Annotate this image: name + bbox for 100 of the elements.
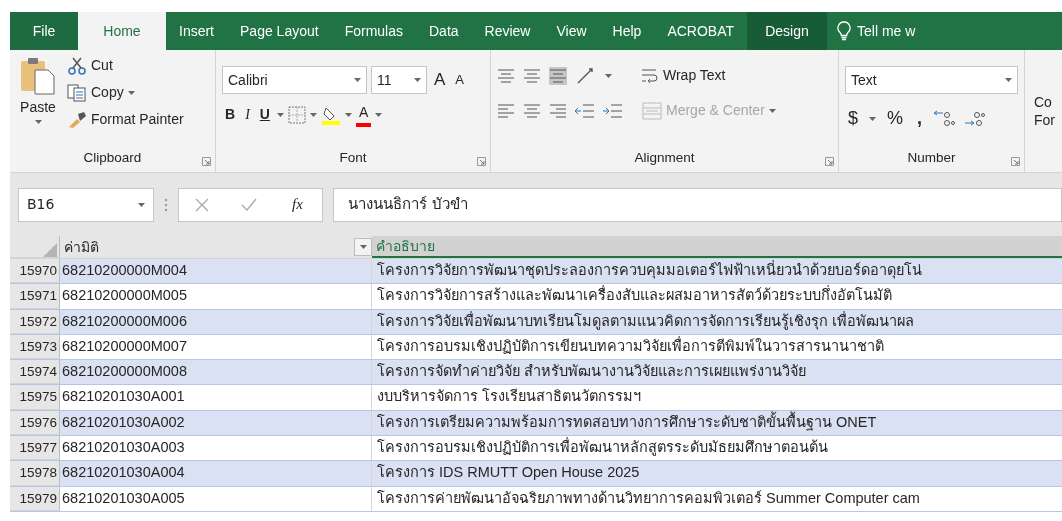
row-number[interactable]: 15977 bbox=[10, 436, 60, 461]
comma-style-button[interactable]: , bbox=[914, 104, 926, 133]
ribbon-tab[interactable]: Design bbox=[747, 12, 827, 50]
caret-icon bbox=[1005, 78, 1012, 82]
tell-me-search[interactable]: Tell me w bbox=[857, 20, 916, 42]
ribbon-tab[interactable]: Data bbox=[416, 12, 472, 50]
format-painter-button[interactable]: Format Painter bbox=[64, 108, 187, 131]
copy-icon bbox=[67, 83, 87, 102]
align-left-icon[interactable] bbox=[497, 101, 515, 120]
ribbon-tab[interactable]: Review bbox=[471, 12, 544, 50]
group-label: Number bbox=[907, 148, 956, 167]
align-right-icon[interactable] bbox=[549, 101, 567, 120]
table-cell: 68210200000M004 bbox=[60, 259, 372, 284]
font-name-field[interactable]: Calibri bbox=[222, 66, 367, 94]
row-number[interactable]: 15978 bbox=[10, 461, 60, 486]
table-cell-text: โครงการวิจัยเพื่อพัฒนาบทเรียนโมดูลตามแนวคิดการจัดการเรียนรู้เชิงรุก เพื่อพัฒนาผล bbox=[376, 310, 916, 332]
font-size-field[interactable]: 11 bbox=[371, 66, 427, 94]
dialog-launcher-icon[interactable] bbox=[1011, 157, 1020, 166]
ribbon-tab[interactable]: Insert bbox=[166, 12, 227, 50]
row-number[interactable]: 15975 bbox=[10, 385, 60, 410]
align-top-icon[interactable] bbox=[497, 66, 515, 85]
clipboard-icon bbox=[19, 55, 57, 95]
align-center-icon[interactable] bbox=[523, 101, 541, 120]
decrease-decimal-icon[interactable] bbox=[963, 109, 986, 128]
insert-function-button[interactable]: fx bbox=[289, 192, 306, 217]
group-label: Alignment bbox=[634, 148, 695, 167]
table-cell: 68210200000M007 bbox=[60, 334, 372, 360]
shrink-font-button[interactable]: A bbox=[452, 69, 467, 91]
table-cell: 68210201030A004 bbox=[60, 461, 372, 486]
confirm-icon[interactable] bbox=[241, 197, 258, 212]
table-cell-text: โครงการอบรมเชิงปฏิบัติการเพื่อพัฒนาหลักสูตรระดับมัธยมศึกษาตอนต้น bbox=[376, 436, 829, 458]
italic-button[interactable]: I bbox=[242, 103, 253, 126]
caret-icon bbox=[414, 78, 421, 82]
ribbon-tab[interactable]: Help bbox=[599, 12, 655, 50]
cut-button[interactable]: Cut bbox=[64, 54, 187, 77]
increase-indent-icon[interactable] bbox=[603, 101, 623, 120]
dialog-launcher-icon[interactable] bbox=[825, 157, 834, 166]
scissors-icon bbox=[67, 56, 87, 75]
ribbon-tab[interactable]: View bbox=[543, 12, 600, 50]
lightbulb-icon bbox=[837, 21, 851, 41]
row-number[interactable]: 15974 bbox=[10, 360, 60, 385]
bold-button[interactable]: B bbox=[222, 103, 239, 126]
percent-button[interactable]: % bbox=[884, 104, 907, 133]
caret-icon bbox=[869, 116, 876, 121]
copy-button[interactable]: Copy bbox=[64, 81, 187, 104]
align-bottom-icon[interactable] bbox=[549, 66, 567, 85]
dialog-launcher-icon[interactable] bbox=[202, 157, 211, 166]
ribbon-tab[interactable]: File bbox=[10, 12, 78, 50]
more-icon bbox=[164, 197, 168, 212]
filter-button[interactable] bbox=[354, 238, 372, 256]
row-number[interactable]: 15971 bbox=[10, 284, 60, 309]
paintbrush-icon bbox=[67, 110, 87, 129]
wrap-text-icon bbox=[641, 66, 659, 85]
table-cell: 68210201030A003 bbox=[60, 436, 372, 461]
cancel-icon[interactable] bbox=[195, 197, 209, 212]
caret-icon bbox=[309, 112, 317, 117]
table-cell: 68210200000M005 bbox=[60, 284, 372, 309]
caret-icon bbox=[344, 112, 352, 117]
table-cell-text: โครงการ IDS RMUTT Open House 2025 bbox=[376, 463, 641, 483]
wrap-text-button[interactable]: Wrap Text bbox=[638, 64, 729, 87]
table-cell-text: โครงการค่ายพัฒนาอัจฉริยภาพทางด้านวิทยาการคอมพิวเตอร์ Summer Computer cam bbox=[376, 488, 921, 508]
caret-icon bbox=[354, 78, 361, 82]
align-middle-icon[interactable] bbox=[523, 66, 541, 85]
decrease-indent-icon[interactable] bbox=[575, 101, 595, 120]
table-cell-text: โครงการเตรียมความพร้อมการทดสอบทางการศึกษาระดับชาติขั้นพื้นฐาน ONET bbox=[376, 410, 878, 433]
ribbon-tab[interactable]: Home bbox=[78, 12, 166, 50]
merge-cells-icon bbox=[642, 101, 662, 120]
caret-icon bbox=[605, 73, 612, 78]
table-cell: 68210201030A005 bbox=[60, 486, 372, 511]
row-number[interactable]: 15972 bbox=[10, 309, 60, 334]
caret-icon bbox=[34, 120, 42, 124]
table-cell-text: งบบริหารจัดการ โรงเรียนสาธิตนวัตกรรมฯ bbox=[376, 387, 643, 407]
table-cell: 68210200000M006 bbox=[60, 309, 372, 334]
row-number[interactable]: 15979 bbox=[10, 486, 60, 511]
formula-field[interactable]: นางนนธิการ์ บัวขำ bbox=[333, 187, 1062, 222]
font-color-button[interactable]: A bbox=[355, 102, 372, 127]
table-cell-text: โครงการวิจัยการสร้างและพัฒนาเครื่องสับและผสมอาหารสัตว์ด้วยระบบกึ่งอัตโนมัติ bbox=[376, 284, 893, 306]
select-all-icon[interactable] bbox=[43, 243, 57, 257]
name-box[interactable]: B16 bbox=[18, 187, 154, 222]
grow-font-button[interactable]: A bbox=[431, 66, 449, 94]
paste-button[interactable]: Paste bbox=[16, 54, 60, 131]
underline-button[interactable]: U bbox=[256, 103, 273, 126]
caret-icon bbox=[768, 108, 776, 113]
table-cell-text: โครงการอบรมเชิงปฏิบัติการเขียนบทความวิจัยเพื่อการตีพิมพ์ในวารสารนานาชาติ bbox=[376, 335, 885, 356]
increase-decimal-icon[interactable] bbox=[933, 109, 956, 128]
group-label: Clipboard bbox=[83, 148, 142, 167]
column-header[interactable]: ค่ามิติ bbox=[60, 236, 372, 258]
ribbon-tab[interactable]: Page Layout bbox=[227, 12, 332, 50]
row-number[interactable]: 15976 bbox=[10, 410, 60, 436]
currency-button[interactable]: $ bbox=[845, 104, 861, 133]
row-number[interactable]: 15970 bbox=[10, 259, 60, 284]
conditional-formatting-button[interactable]: Co For bbox=[1031, 92, 1056, 131]
column-header[interactable]: คำอธิบาย bbox=[372, 236, 1062, 258]
number-format-field[interactable]: Text bbox=[845, 66, 1018, 94]
caret-icon bbox=[127, 90, 135, 95]
ribbon-tab[interactable]: Formulas bbox=[331, 12, 416, 50]
caret-icon bbox=[375, 112, 383, 117]
dialog-launcher-icon[interactable] bbox=[477, 157, 486, 166]
ribbon-tab[interactable]: ACROBAT bbox=[654, 12, 747, 50]
row-number[interactable]: 15973 bbox=[10, 334, 60, 360]
